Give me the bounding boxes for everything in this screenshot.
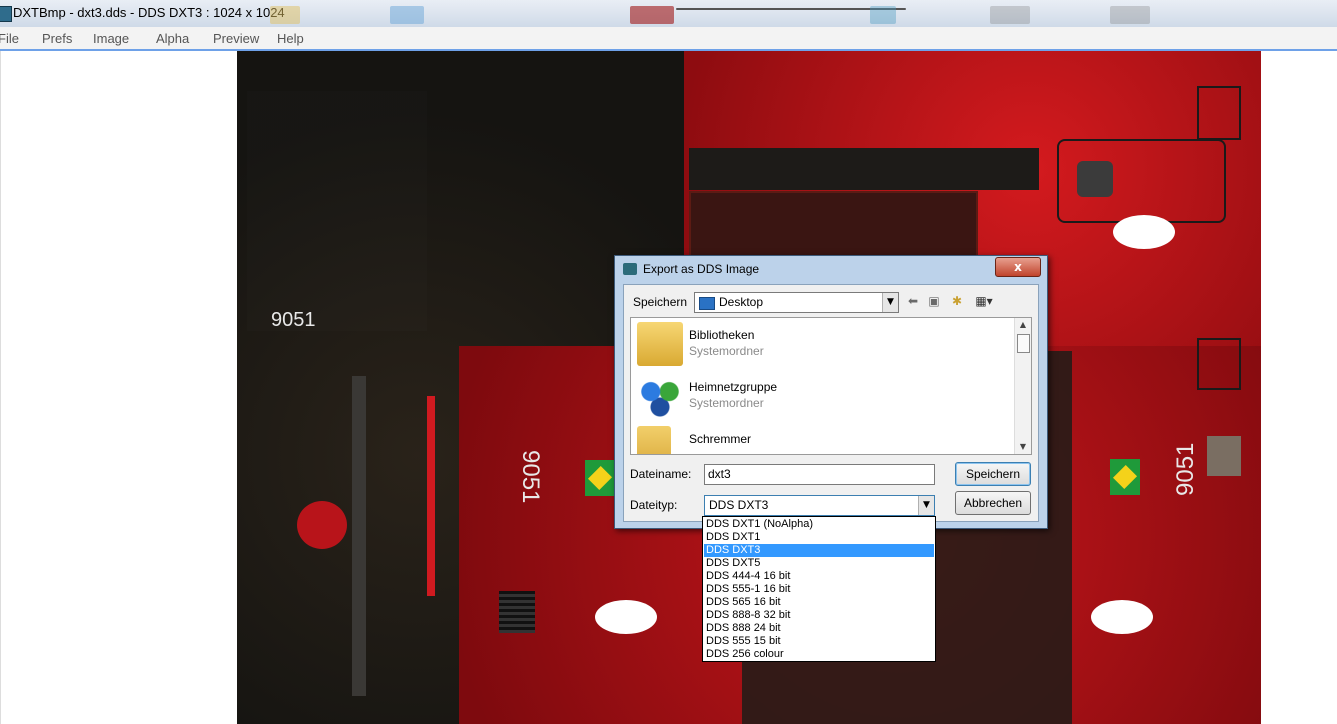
filetype-option[interactable]: DDS 555 15 bit [704,635,934,648]
save-in-label: Speichern [633,295,688,309]
filetype-option[interactable]: DDS DXT1 (NoAlpha) [704,518,934,531]
filename-label: Dateiname: [630,467,692,481]
filetype-option[interactable]: DDS 444-4 16 bit [704,570,934,583]
texture-strip [352,376,366,696]
unit-number: 9051 [517,450,544,504]
list-item-type: Systemordner [689,344,764,358]
taskbar-thumbnail [1110,6,1150,24]
file-list: Bibliotheken Systemordner Heimnetzgruppe… [630,317,1032,455]
taskbar-thumbnail [870,6,896,24]
chevron-down-icon: ▼ [882,293,898,312]
brazil-flag-icon [585,460,615,496]
filetype-dropdown-list: DDS DXT1 (NoAlpha) DDS DXT1 DDS DXT3 DDS… [702,516,936,662]
all-logo [595,600,657,634]
filetype-value: DDS DXT3 [709,498,769,512]
view-menu-icon[interactable]: ▦▾ [972,294,996,308]
taskbar-thumbnail [390,6,424,24]
all-logo [1091,600,1153,634]
unit-number: 9051 [271,309,316,331]
scroll-up-icon[interactable]: ▲ [1015,318,1031,332]
texture-grill [689,148,1039,190]
list-item-name: Heimnetzgruppe [689,380,778,394]
list-item-type: Systemordner [689,396,764,410]
scrollbar-thumb[interactable] [1017,334,1030,353]
all-logo [1113,215,1175,249]
texture-circle [297,501,347,549]
chevron-down-icon: ▼ [918,496,934,515]
filetype-option[interactable]: DDS 888 24 bit [704,622,934,635]
list-item-name: Bibliotheken [689,328,755,342]
window-title: DXTBmp - dxt3.dds - DDS DXT3 : 1024 x 10… [13,5,285,20]
up-folder-icon[interactable]: ▣ [926,294,942,308]
list-item[interactable]: Heimnetzgruppe Systemordner [637,372,1007,420]
list-item[interactable]: Schremmer [637,424,1007,454]
dialog-body: Speichern Desktop ▼ ⬅ ▣ ✱ ▦▾ Bibliotheke… [623,284,1039,522]
desktop-icon [699,297,715,310]
left-panel [0,51,238,724]
close-button[interactable]: x [995,257,1041,277]
taskbar-thumbnail [990,6,1030,24]
menu-help[interactable]: Help [277,31,304,46]
filetype-option[interactable]: DDS DXT1 [704,531,934,544]
dialog-title: Export as DDS Image [643,262,760,276]
taskbar-thumbnail [630,6,674,24]
menu-prefs[interactable]: Prefs [42,31,72,46]
texture-rect [1077,161,1113,197]
menu-file[interactable]: File [0,31,19,46]
menu-bar: File Prefs Image Alpha Preview Help [0,27,1337,51]
list-item[interactable]: Bibliotheken Systemordner [637,320,1007,368]
filetype-option[interactable]: DDS 555-1 16 bit [704,583,934,596]
new-folder-icon[interactable]: ✱ [949,294,965,308]
scroll-down-icon[interactable]: ▼ [1015,440,1031,454]
homegroup-icon [637,374,683,418]
filetype-option[interactable]: DDS 565 16 bit [704,596,934,609]
filetype-option[interactable]: DDS DXT5 [704,557,934,570]
menu-alpha[interactable]: Alpha [156,31,189,46]
cancel-button[interactable]: Abbrechen [955,491,1031,515]
app-icon [0,6,12,22]
save-button[interactable]: Speichern [955,462,1031,486]
save-in-combo[interactable]: Desktop ▼ [694,292,899,313]
back-arrow-icon[interactable]: ⬅ [905,294,921,308]
close-icon: x [1014,260,1022,274]
filetype-option-selected[interactable]: DDS DXT3 [704,544,934,557]
libraries-folder-icon [637,322,683,366]
user-folder-icon [637,426,671,454]
filetype-option[interactable]: DDS 888-8 32 bit [704,609,934,622]
save-in-value: Desktop [719,295,764,309]
filename-input[interactable]: dxt3 [704,464,935,485]
window-title-bar: DXTBmp - dxt3.dds - DDS DXT3 : 1024 x 10… [0,0,1337,27]
export-dialog: Export as DDS Image x Speichern Desktop … [614,255,1048,529]
file-list-scrollbar[interactable]: ▲ ▼ [1014,318,1031,454]
filename-value: dxt3 [708,467,731,481]
filetype-option[interactable]: DDS 256 colour [704,648,934,661]
texture-handle-box [1197,86,1241,140]
texture-strip [427,396,435,596]
list-item-name: Schremmer [689,432,752,446]
texture-vent [499,591,535,633]
right-panel [1261,51,1337,724]
dialog-app-icon [623,263,637,275]
unit-number: 9051 [1172,442,1199,496]
filetype-select[interactable]: DDS DXT3 ▼ [704,495,935,516]
taskbar-thumbnail [270,6,300,24]
brazil-flag-icon [1110,459,1140,495]
menu-image[interactable]: Image [93,31,129,46]
filetype-label: Dateityp: [630,498,678,512]
texture-gray-patch [1207,436,1241,476]
menu-preview[interactable]: Preview [213,31,259,46]
texture-handle-box [1197,338,1241,390]
